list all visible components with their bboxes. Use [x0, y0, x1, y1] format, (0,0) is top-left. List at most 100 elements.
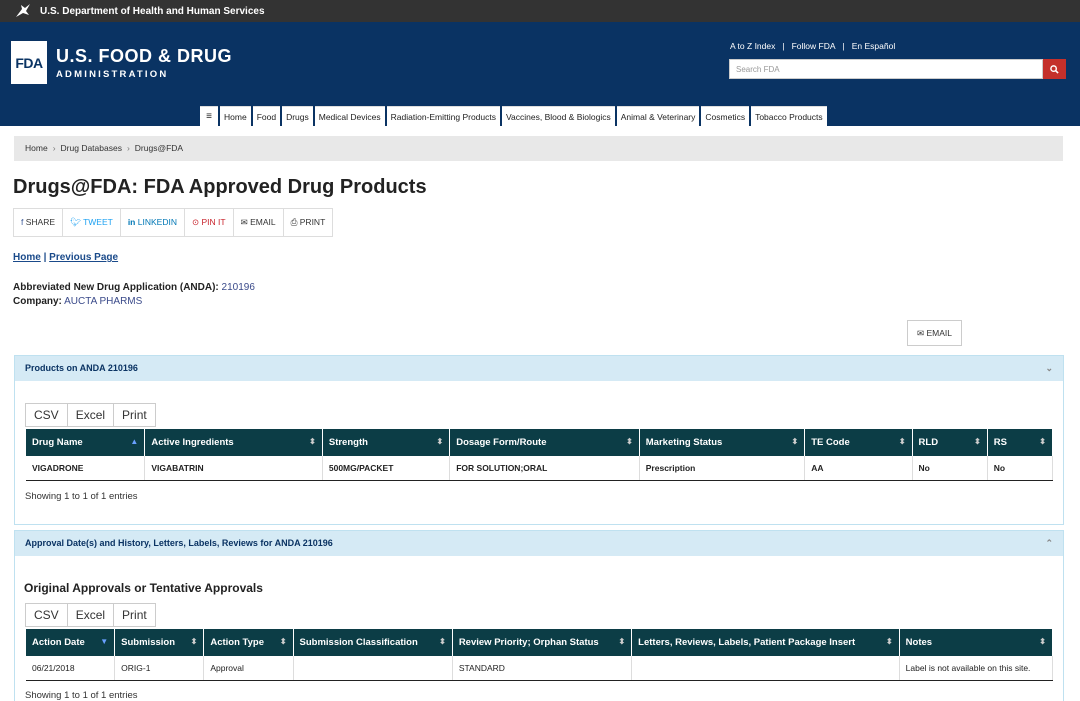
col-submission[interactable]: Submission ⬍: [114, 629, 205, 656]
nav-cosmetics[interactable]: Cosmetics: [701, 106, 750, 127]
breadcrumb-current: Drugs@FDA: [134, 143, 184, 153]
products-export-buttons: CSV Excel Print: [25, 403, 156, 427]
home-link[interactable]: Home: [13, 252, 41, 263]
print-button[interactable]: Print: [113, 603, 156, 627]
share-pinterest-button[interactable]: ⊙ PIN IT: [185, 209, 234, 236]
approvals-export-buttons: CSV Excel Print: [25, 603, 156, 627]
sort-icon: ⬍: [190, 637, 198, 646]
sort-icon: ⬍: [436, 437, 444, 446]
hhs-label[interactable]: U.S. Department of Health and Human Serv…: [40, 6, 265, 17]
sort-icon: ⬍: [279, 637, 287, 646]
products-table-info: Showing 1 to 1 of 1 entries: [25, 491, 138, 502]
envelope-icon: ✉: [916, 328, 925, 338]
logo-line-1: U.S. FOOD & DRUG: [56, 45, 233, 66]
table-row: 06/21/2018 ORIG-1 Approval STANDARD Labe…: [26, 656, 1054, 681]
nav-food[interactable]: Food: [252, 106, 281, 127]
follow-fda-link[interactable]: Follow FDA: [792, 41, 836, 51]
share-twitter-button[interactable]: 🐦︎ TWEET: [63, 209, 121, 236]
approvals-table: Action Date ▼ Submission ⬍ Action Type ⬍ Su…: [26, 629, 1054, 681]
sort-icon: ⬍: [309, 437, 316, 446]
sort-icon: ⬍: [626, 437, 633, 446]
printer-icon: ⎙: [290, 217, 298, 227]
breadcrumb-home[interactable]: Home: [25, 143, 48, 153]
table-row: VIGADRONE VIGABATRIN 500MG/PACKET FOR SO…: [26, 456, 1054, 481]
col-review-priority[interactable]: Review Priority; Orphan Status ⬍: [452, 629, 633, 656]
search-button[interactable]: [1043, 59, 1066, 79]
col-drug-name[interactable]: Drug Name ▲: [26, 429, 146, 456]
csv-button[interactable]: CSV: [25, 603, 68, 627]
sort-asc-icon: ▲: [130, 437, 139, 446]
sort-icon: ⬍: [974, 437, 981, 446]
email-button[interactable]: ✉ EMAIL: [907, 320, 962, 346]
site-header: FDA U.S. FOOD & DRUG ADMINISTRATION A to…: [0, 22, 1080, 127]
products-panel-header[interactable]: Products on ANDA 210196 ⌄: [15, 356, 1063, 381]
approvals-panel-header[interactable]: Approval Date(s) and History, Letters, L…: [15, 531, 1063, 556]
col-rld[interactable]: RLD ⬍: [912, 429, 988, 456]
sort-desc-icon: ▼: [100, 637, 109, 646]
fda-logo-mark: FDA: [11, 41, 47, 84]
nav-medical-devices[interactable]: Medical Devices: [314, 106, 385, 127]
col-notes[interactable]: Notes ⬍: [899, 629, 1054, 656]
nav-home[interactable]: Home: [220, 106, 251, 127]
approvals-table-info: Showing 1 to 1 of 1 entries: [25, 690, 138, 701]
hhs-bar[interactable]: U.S. Department of Health and Human Serv…: [0, 0, 1080, 22]
col-letters-reviews[interactable]: Letters, Reviews, Labels, Patient Packag…: [631, 629, 900, 656]
col-dosage-form[interactable]: Dosage Form/Route ⬍: [449, 429, 640, 456]
utility-links: A to Z Index | Follow FDA | En Español: [730, 41, 896, 51]
company-label: Company:: [13, 296, 62, 307]
sort-icon: ⬍: [898, 437, 906, 446]
nav-animal[interactable]: Animal & Veterinary: [616, 106, 700, 127]
col-rs[interactable]: RS ⬍: [987, 429, 1054, 456]
nav-drugs[interactable]: Drugs: [282, 106, 313, 127]
col-marketing-status[interactable]: Marketing Status ⬍: [639, 429, 806, 456]
col-strength[interactable]: Strength ⬍: [322, 429, 451, 456]
envelope-icon: ✉: [240, 217, 248, 227]
company-name: AUCTA PHARMS: [64, 296, 143, 307]
share-email-button[interactable]: ✉ EMAIL: [234, 209, 284, 236]
logo-line-2: ADMINISTRATION: [56, 68, 169, 80]
sort-icon: ⬍: [439, 637, 446, 646]
col-action-date[interactable]: Action Date ▼: [26, 629, 116, 656]
sort-icon: ⬍: [885, 637, 893, 646]
application-info: Abbreviated New Drug Application (ANDA):…: [13, 281, 255, 309]
print-button[interactable]: Print: [113, 403, 156, 427]
a-to-z-link[interactable]: A to Z Index: [730, 41, 775, 51]
menu-icon[interactable]: ≡: [200, 106, 218, 127]
linkedin-icon: in: [127, 217, 136, 227]
chevron-right-icon: ›: [126, 143, 130, 153]
csv-button[interactable]: CSV: [25, 403, 68, 427]
share-print-button[interactable]: ⎙ PRINT: [284, 209, 333, 236]
share-facebook-button[interactable]: f SHARE: [14, 209, 64, 236]
search-icon: [1050, 64, 1059, 74]
share-bar: f SHARE 🐦︎ TWEET in LINKEDIN ⊙ PIN IT ✉ …: [13, 208, 334, 237]
main-nav: ≡ Home Food Drugs Medical Devices Radiat…: [200, 106, 829, 127]
espanol-link[interactable]: En Español: [852, 41, 895, 51]
twitter-icon: 🐦︎: [70, 217, 81, 227]
excel-button[interactable]: Excel: [66, 403, 115, 427]
application-label: Abbreviated New Drug Application (ANDA):: [13, 282, 219, 293]
col-action-type[interactable]: Action Type ⬍: [203, 629, 294, 656]
fda-logo[interactable]: FDA U.S. FOOD & DRUG ADMINISTRATION: [11, 41, 232, 84]
products-table: Drug Name ▲ Active Ingredients ⬍ Strength ⬍…: [26, 429, 1054, 481]
excel-button[interactable]: Excel: [66, 603, 115, 627]
page-links: Home | Previous Page: [13, 252, 119, 263]
breadcrumb: Home › Drug Databases › Drugs@FDA: [14, 136, 1063, 161]
search-input[interactable]: Search FDA: [729, 59, 1043, 79]
sort-icon: ⬍: [1039, 637, 1046, 646]
nav-vaccines[interactable]: Vaccines, Blood & Biologics: [502, 106, 615, 127]
page-title: Drugs@FDA: FDA Approved Drug Products: [13, 176, 427, 198]
breadcrumb-drug-databases[interactable]: Drug Databases: [61, 143, 122, 153]
approvals-subheading: Original Approvals or Tentative Approval…: [24, 581, 263, 595]
col-active-ingredients[interactable]: Active Ingredients ⬍: [144, 429, 323, 456]
pinterest-icon: ⊙: [191, 217, 200, 227]
col-submission-classification[interactable]: Submission Classification ⬍: [293, 629, 453, 656]
sort-icon: ⬍: [791, 437, 799, 446]
hhs-eagle-icon: [16, 4, 30, 17]
application-number: 210196: [221, 282, 255, 293]
share-linkedin-button[interactable]: in LINKEDIN: [121, 209, 185, 236]
sort-icon: ⬍: [618, 637, 626, 646]
nav-tobacco[interactable]: Tobacco Products: [751, 106, 827, 127]
nav-radiation[interactable]: Radiation-Emitting Products: [386, 106, 500, 127]
col-te-code[interactable]: TE Code ⬍: [804, 429, 913, 456]
previous-page-link[interactable]: Previous Page: [49, 252, 118, 263]
